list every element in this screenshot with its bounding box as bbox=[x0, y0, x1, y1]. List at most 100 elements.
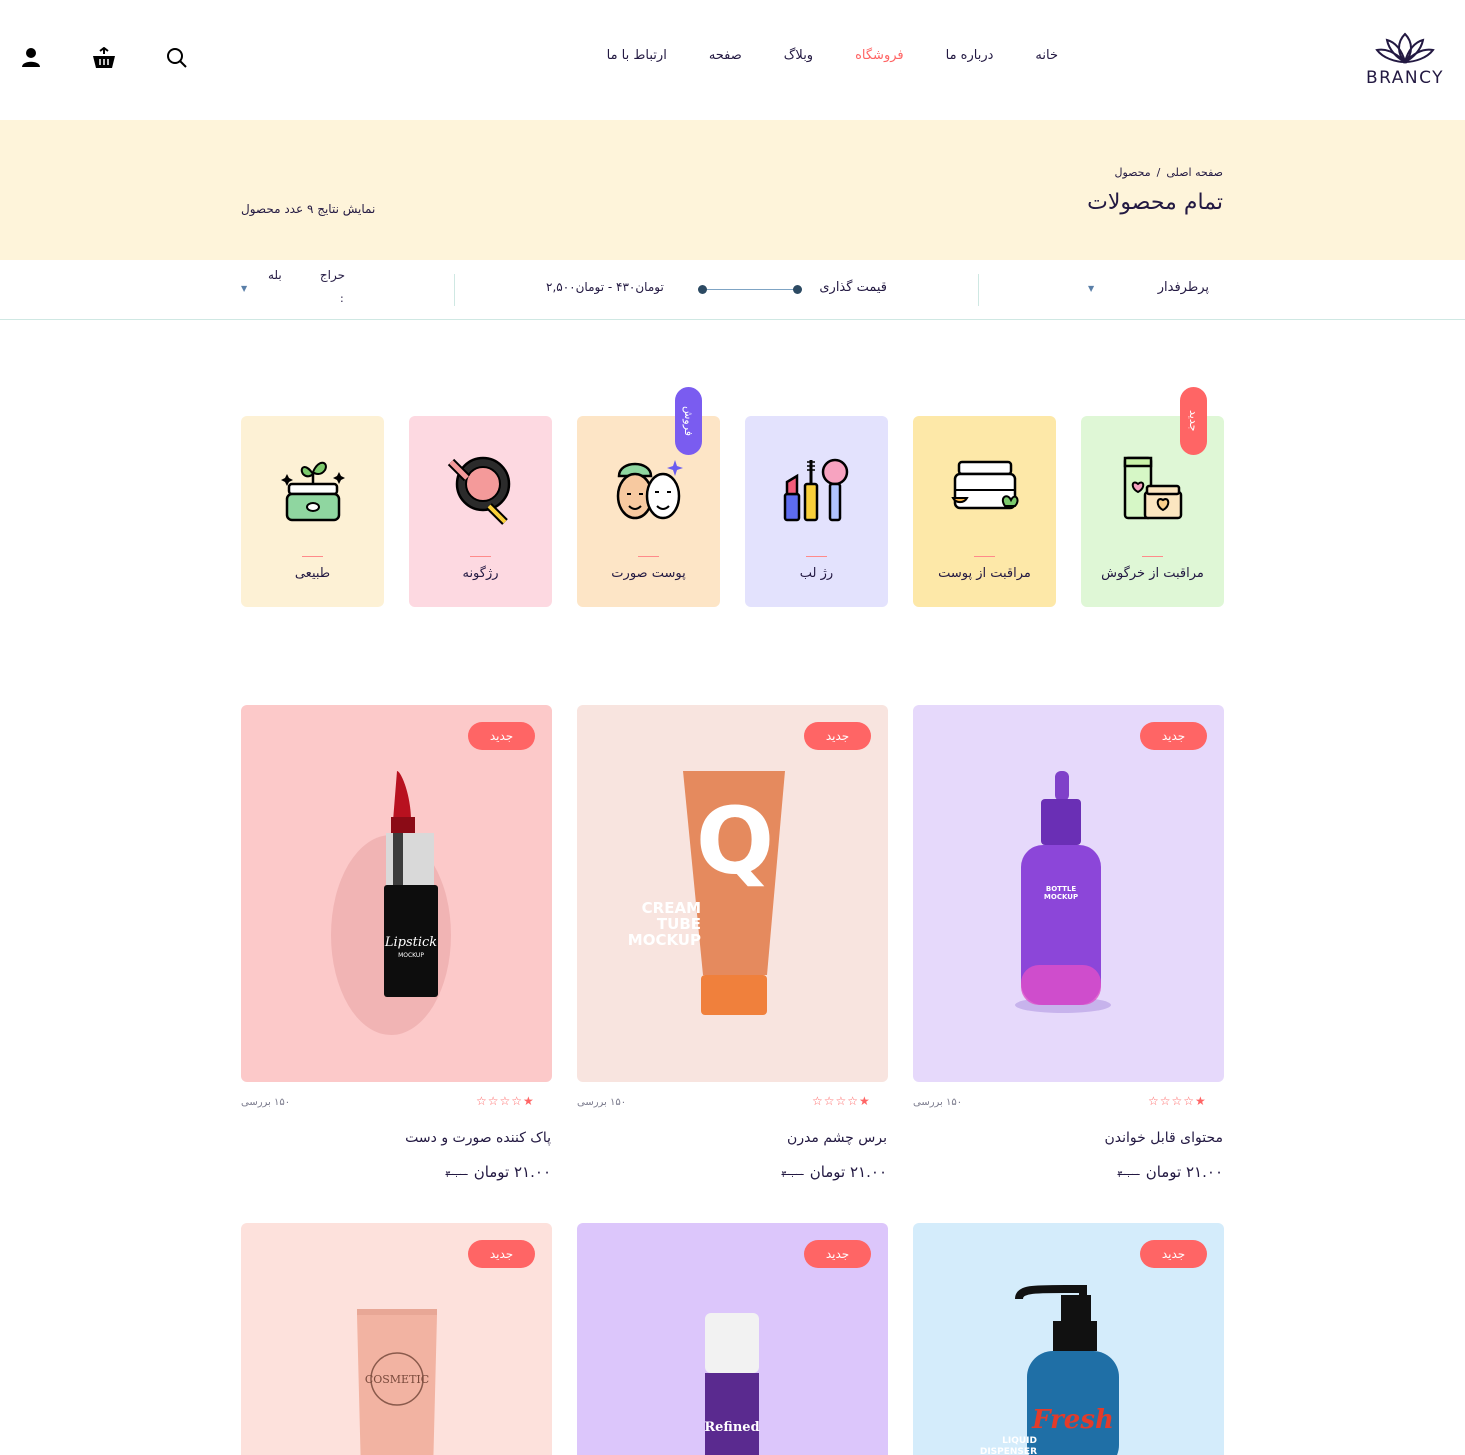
price-range-slider[interactable] bbox=[698, 285, 802, 294]
price-filter-label: قیمت گذاری bbox=[819, 280, 887, 295]
sale-filter-select[interactable]: بله bbox=[268, 268, 282, 282]
basket-icon[interactable] bbox=[91, 44, 117, 72]
sale-filter-label: حراج bbox=[319, 268, 345, 282]
natural-jar-icon bbox=[281, 461, 345, 522]
sale-filter-colon: : bbox=[340, 292, 344, 305]
category-label: پوست صورت bbox=[611, 566, 686, 581]
category-label: طبیعی bbox=[294, 566, 331, 581]
filter-divider bbox=[454, 274, 455, 306]
product-image-card[interactable]: Refined جدید bbox=[577, 1223, 888, 1455]
product-current-price: ۲۱.۰۰ تومان bbox=[1145, 1163, 1223, 1181]
cosmetic-label-text: COSMETIC bbox=[365, 1373, 429, 1386]
category-card-blush[interactable]: رژگونه bbox=[409, 416, 552, 607]
category-label: مراقبت از خرگوش bbox=[1101, 566, 1204, 581]
nav-item-about[interactable]: درباره ما bbox=[946, 48, 994, 63]
product-name[interactable]: محتوای قابل خواندن bbox=[1104, 1130, 1223, 1146]
category-label: مراقبت از پوست bbox=[938, 566, 1031, 581]
logo-text: BRANCY bbox=[1365, 68, 1445, 88]
product-new-badge: جدید bbox=[1140, 1240, 1207, 1268]
sale-caret-icon[interactable]: ▼ bbox=[241, 284, 247, 293]
product-new-badge: جدید bbox=[468, 1240, 535, 1268]
price-slider-min-handle[interactable] bbox=[698, 285, 707, 294]
results-count: نمایش نتایج ۹ عدد محصول bbox=[241, 202, 376, 216]
product-image-card[interactable]: BOTTLE MOCKUP جدید bbox=[913, 705, 1224, 1082]
bottle-label-text: MOCKUP bbox=[1044, 893, 1078, 901]
search-icon[interactable] bbox=[164, 44, 190, 72]
lipstick-label-text: Lipstick bbox=[384, 935, 437, 950]
product-rating-stars: ☆☆☆☆★ bbox=[1148, 1094, 1207, 1108]
filter-bar: پرطرفدار ▼ قیمت گذاری تومان۴۳۰ - تومان۲,… bbox=[0, 260, 1465, 320]
sort-select[interactable]: پرطرفدار bbox=[1158, 280, 1209, 295]
half-star-icon: ★ bbox=[523, 1094, 535, 1108]
product-new-badge: جدید bbox=[468, 722, 535, 750]
price-range-value: تومان۴۳۰ - تومان۲,۵۰۰ bbox=[546, 280, 664, 294]
dispenser-label-text: Fresh bbox=[1031, 1405, 1114, 1435]
product-image-card[interactable]: COSMETIC جدید bbox=[241, 1223, 552, 1455]
blush-compact-icon bbox=[447, 456, 511, 525]
category-divider bbox=[1142, 556, 1163, 557]
nav-item-page[interactable]: صفحه bbox=[709, 48, 742, 63]
category-divider bbox=[638, 556, 659, 557]
breadcrumb-home[interactable]: صفحه اصلی bbox=[1166, 166, 1223, 179]
sort-caret-icon[interactable]: ▼ bbox=[1088, 284, 1094, 293]
product-price: ۲۱.۰۰ تومان ۳۰.۰۰ bbox=[1117, 1163, 1223, 1181]
product-price: ۲۱.۰۰ تومان ۳۰.۰۰ bbox=[445, 1163, 551, 1181]
brand-logo[interactable]: BRANCY bbox=[1363, 30, 1447, 94]
category-divider bbox=[806, 556, 827, 557]
category-label: رژگونه bbox=[462, 566, 499, 581]
category-card-natural[interactable]: طبیعی bbox=[241, 416, 384, 607]
lipstick-image: Lipstick MOCKUP bbox=[241, 705, 552, 1082]
product-new-badge: جدید bbox=[804, 722, 871, 750]
category-divider bbox=[470, 556, 491, 557]
main-nav: خانه درباره ما فروشگاه وبلاگ صفحه ارتباط… bbox=[565, 48, 1058, 63]
product-old-price: ۳۰.۰۰ bbox=[1117, 1170, 1140, 1180]
nav-item-home[interactable]: خانه bbox=[1035, 48, 1058, 63]
product-image-card[interactable]: Q CREAM TUBE MOCKUP جدید bbox=[577, 705, 888, 1082]
product-rating-stars: ☆☆☆☆★ bbox=[476, 1094, 535, 1108]
category-divider bbox=[974, 556, 995, 557]
product-old-price: ۳۰.۰۰ bbox=[445, 1170, 468, 1180]
price-slider-max-handle[interactable] bbox=[793, 285, 802, 294]
product-new-badge: جدید bbox=[804, 1240, 871, 1268]
page-header-band: صفحه اصلی / محصول تمام محصولات نمایش نتایج… bbox=[0, 120, 1465, 260]
tube-label-text: MOCKUP bbox=[628, 931, 701, 949]
product-price: ۲۱.۰۰ تومان ۳۰.۰۰ bbox=[781, 1163, 887, 1181]
user-icon[interactable] bbox=[18, 44, 44, 72]
product-image-card[interactable]: Fresh LIQUID DISPENSER جدید bbox=[913, 1223, 1224, 1455]
product-rating-stars: ☆☆☆☆★ bbox=[812, 1094, 871, 1108]
filter-divider bbox=[978, 274, 979, 306]
category-new-badge: جدید bbox=[1180, 387, 1207, 455]
category-divider bbox=[302, 556, 323, 557]
product-review-count: ۱۵۰ بررسی bbox=[241, 1097, 291, 1108]
lipstick-set-icon bbox=[783, 458, 849, 522]
product-name[interactable]: برس چشم مدرن bbox=[787, 1130, 887, 1146]
tube-q-logo: Q bbox=[696, 788, 774, 895]
product-old-price: ۳۰.۰۰ bbox=[781, 1170, 804, 1180]
category-card-lipstick[interactable]: رژ لب bbox=[745, 416, 888, 607]
nav-item-blog[interactable]: وبلاگ bbox=[784, 48, 813, 63]
product-review-count: ۱۵۰ بررسی bbox=[577, 1097, 627, 1108]
nav-item-shop[interactable]: فروشگاه bbox=[855, 48, 904, 63]
breadcrumb-separator: / bbox=[1156, 166, 1161, 179]
product-new-badge: جدید bbox=[1140, 722, 1207, 750]
category-label: رژ لب bbox=[799, 566, 834, 581]
product-review-count: ۱۵۰ بررسی bbox=[913, 1097, 963, 1108]
category-card-skin-care[interactable]: مراقبت از پوست bbox=[913, 416, 1056, 607]
cream-tube-image: Q CREAM TUBE MOCKUP bbox=[577, 705, 888, 1082]
site-header: BRANCY خانه درباره ما فروشگاه وبلاگ صفحه… bbox=[0, 0, 1465, 120]
skin-care-jar-icon bbox=[951, 460, 1019, 510]
product-current-price: ۲۱.۰۰ تومان bbox=[809, 1163, 887, 1181]
category-sale-badge: فروش bbox=[675, 387, 702, 455]
product-name[interactable]: پاک کننده صورت و دست bbox=[405, 1130, 551, 1146]
half-star-icon: ★ bbox=[1195, 1094, 1207, 1108]
dispenser-label-text: DISPENSER bbox=[980, 1447, 1037, 1455]
rabbit-care-icon bbox=[1123, 456, 1183, 520]
product-current-price: ۲۱.۰۰ تومان bbox=[473, 1163, 551, 1181]
nav-item-contact[interactable]: ارتباط با ما bbox=[607, 48, 667, 63]
bottle-label-text: BOTTLE bbox=[1046, 885, 1076, 893]
page-title: تمام محصولات bbox=[1087, 190, 1223, 215]
lotus-logo-icon bbox=[1375, 32, 1435, 64]
face-mask-icon bbox=[616, 460, 683, 520]
product-image-card[interactable]: Lipstick MOCKUP جدید bbox=[241, 705, 552, 1082]
header-actions bbox=[18, 44, 237, 72]
